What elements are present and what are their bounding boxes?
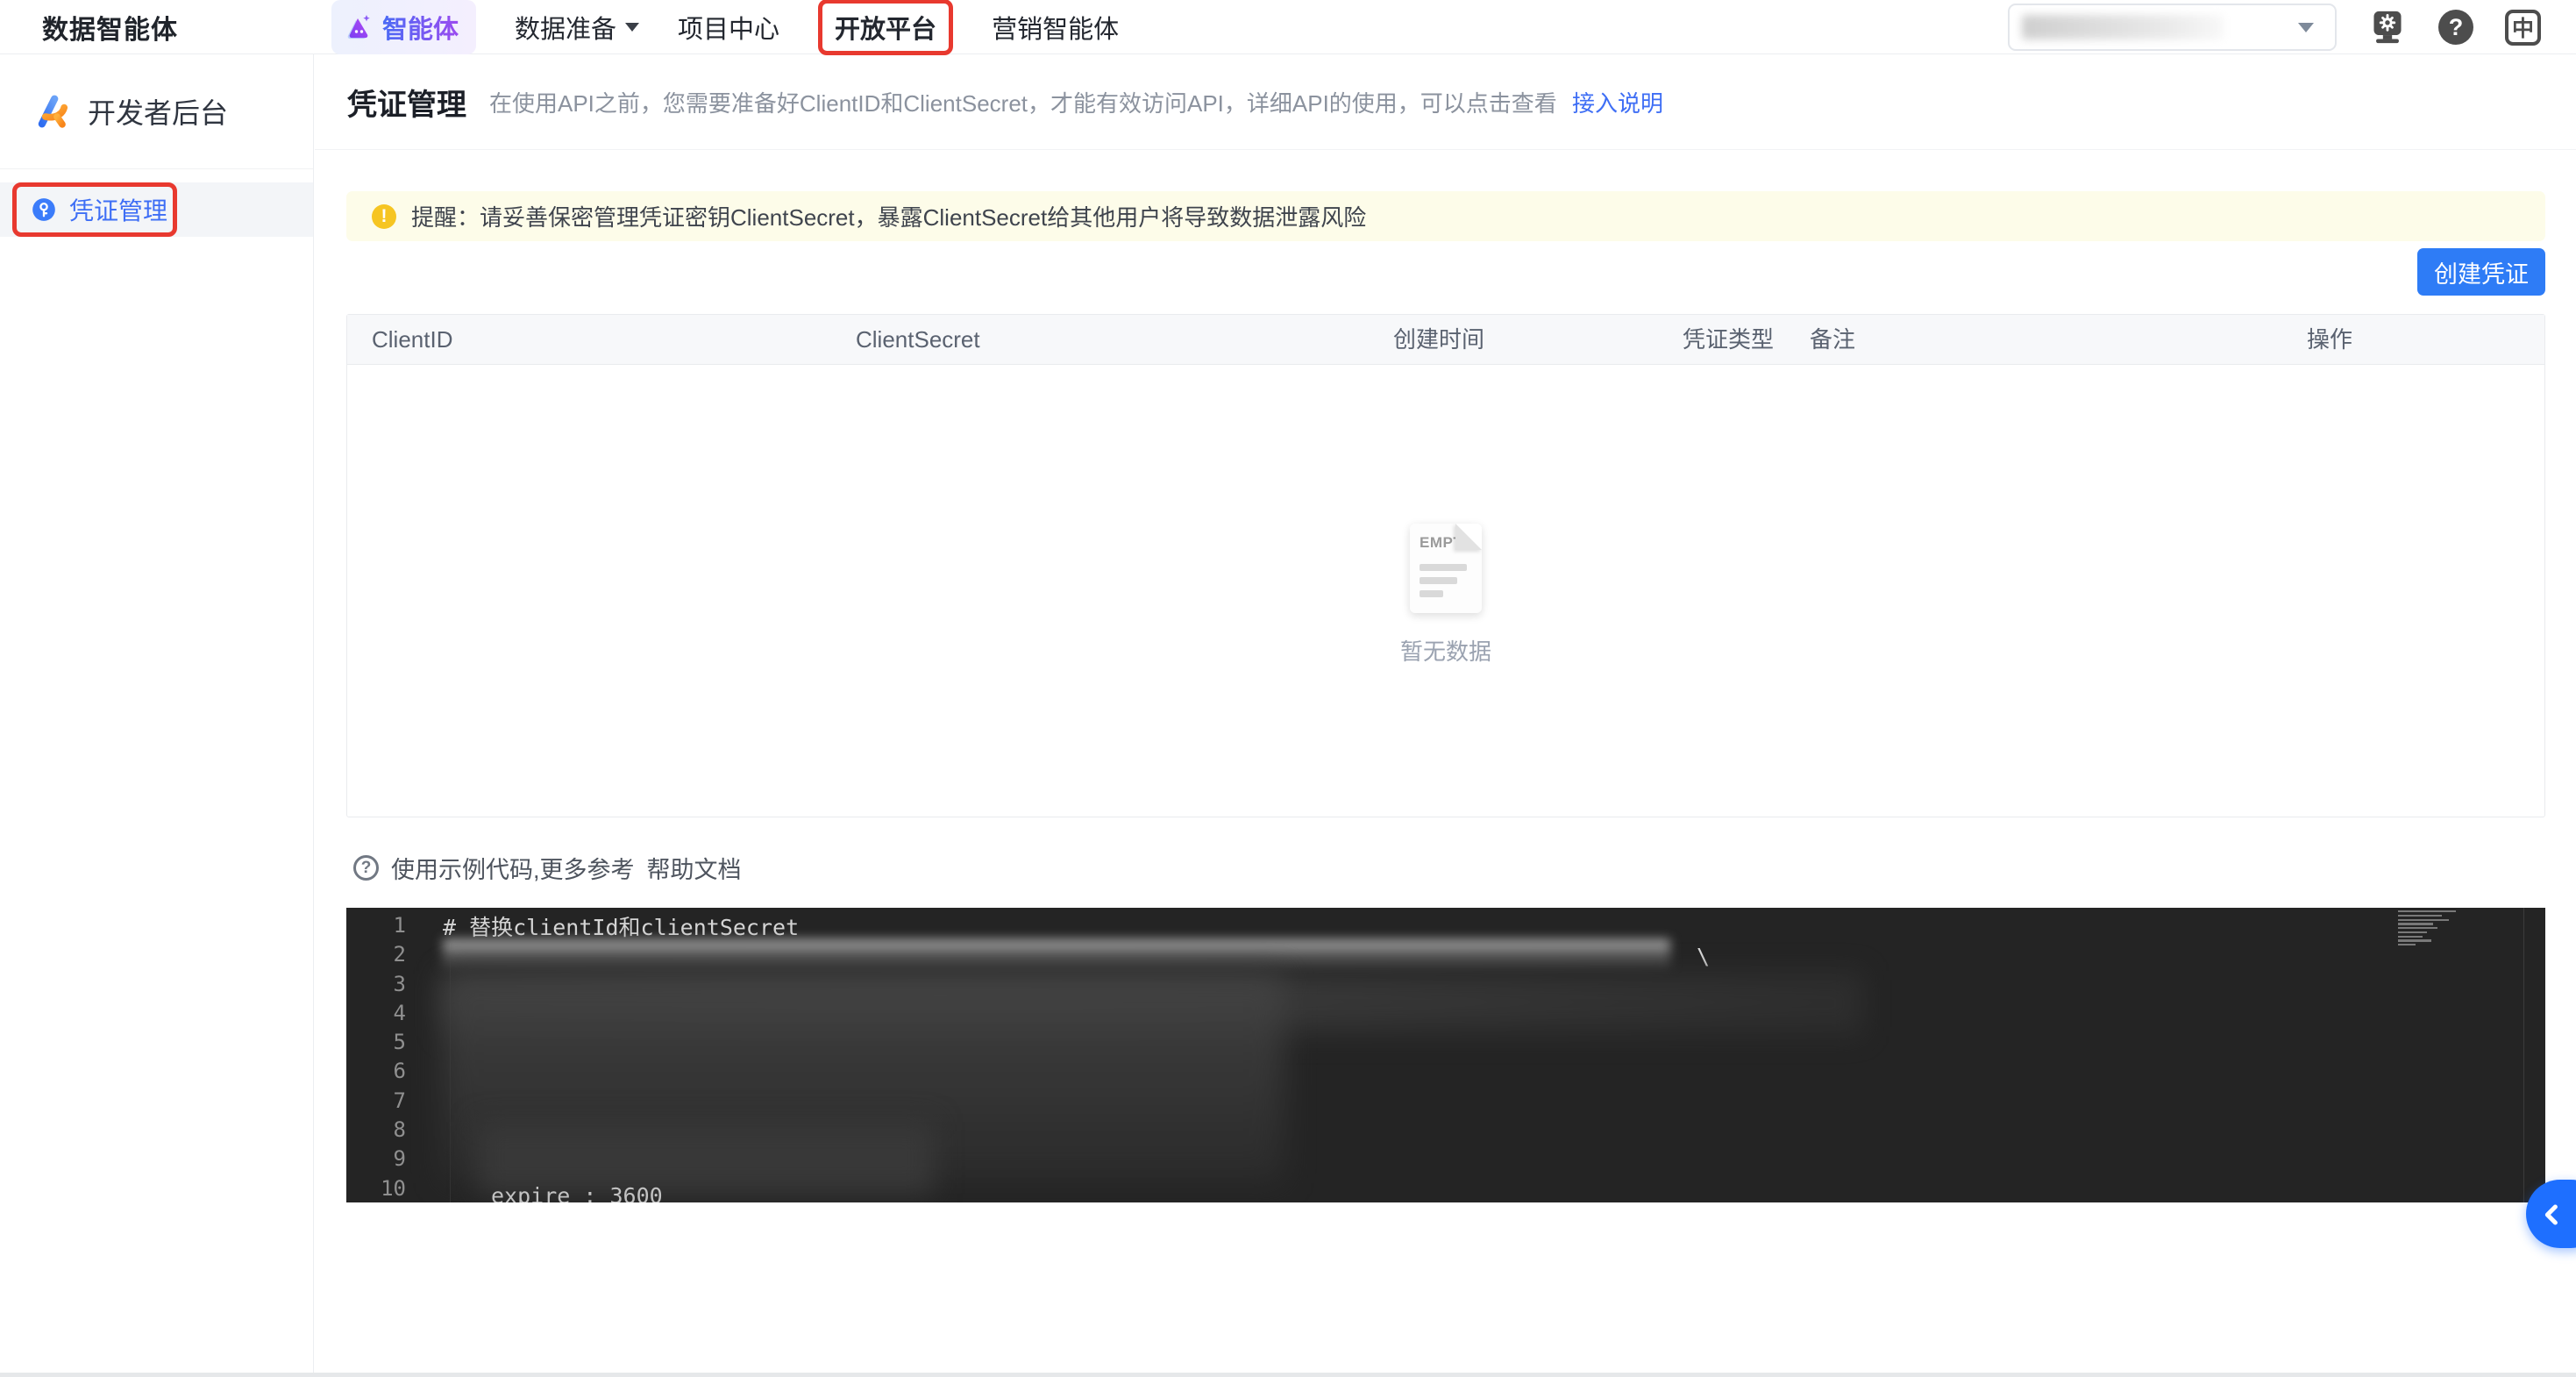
column-header-created-time: 创建时间: [1393, 326, 1485, 353]
warning-icon: !: [372, 203, 396, 229]
code-line-expire: expire : 3600: [491, 1183, 663, 1202]
credentials-table: ClientID ClientSecret 创建时间 凭证类型 备注 操作 EM…: [346, 314, 2545, 817]
line-number: 5: [393, 1030, 406, 1055]
line-number-gutter: 1 2 3 4 5 6 7 8 9 10: [346, 911, 406, 1202]
folded-corner: [1455, 524, 1482, 550]
sidebar-item-label: 凭证管理: [69, 197, 168, 225]
line-number: 7: [393, 1088, 406, 1113]
workspace-select-blurred-value: [2022, 15, 2224, 39]
chevron-left-icon: [2544, 1204, 2558, 1225]
main-content: 凭证管理 在使用API之前，您需要准备好ClientID和ClientSecre…: [315, 54, 2576, 1377]
sidebar: 开发者后台 凭证管理: [0, 54, 314, 1377]
page-description-text: 在使用API之前，您需要准备好ClientID和ClientSecret，才能有…: [489, 89, 1557, 117]
agent-triangle-icon: [344, 12, 374, 42]
nav-tab-data-prep[interactable]: 数据准备: [515, 9, 640, 46]
nav-tab-label: 数据准备: [515, 16, 617, 44]
empty-document-icon: EMPTY: [1410, 524, 1482, 613]
line-number: 8: [393, 1117, 406, 1143]
line-number: 2: [393, 942, 406, 967]
empty-state: EMPTY 暂无数据: [347, 524, 2544, 667]
page-header: 凭证管理 在使用API之前，您需要准备好ClientID和ClientSecre…: [315, 54, 2576, 150]
code-comment-line: # 替换clientId和clientSecret: [443, 915, 800, 940]
create-credential-button[interactable]: 创建凭证: [2417, 248, 2545, 296]
code-editor[interactable]: 1 2 3 4 5 6 7 8 9 10 # 替换clientId和client…: [346, 908, 2545, 1202]
nav-tab-project-center[interactable]: 项目中心: [678, 9, 779, 46]
column-header-clientsecret: ClientSecret: [856, 326, 980, 353]
nav-tab-marketing-agent[interactable]: 营销智能体: [992, 9, 1119, 46]
line-number: 3: [393, 971, 406, 996]
nav-tab-label: 开放平台: [835, 16, 937, 44]
empty-state-text: 暂无数据: [1399, 639, 1491, 665]
question-circle-icon: ?: [353, 855, 379, 881]
nav-tab-open-platform[interactable]: 开放平台: [835, 9, 936, 46]
sample-code-caption: ? 使用示例代码,更多参考 帮助文档: [353, 851, 742, 885]
annotation-box-open-platform: 开放平台: [818, 0, 954, 55]
minimap-divider: [2523, 908, 2524, 1202]
primary-nav: 智能体 数据准备 项目中心 开放平台 营销智能体: [331, 0, 1119, 55]
editor-minimap[interactable]: [2398, 910, 2458, 946]
sidebar-item-credentials[interactable]: 凭证管理: [0, 182, 313, 237]
page-description: 在使用API之前，您需要准备好ClientID和ClientSecret，才能有…: [489, 86, 1663, 118]
column-header-credential-type: 凭证类型: [1683, 326, 1775, 353]
chevron-down-icon: [625, 23, 640, 32]
language-icon[interactable]: 中: [2505, 9, 2541, 46]
alert-text: 提醒：请妥善保密管理凭证密钥ClientSecret，暴露ClientSecre…: [411, 204, 1367, 231]
help-doc-link[interactable]: 帮助文档: [647, 851, 742, 885]
column-header-clientid: ClientID: [372, 326, 453, 353]
line-continuation-backslash: \: [1697, 944, 1711, 969]
nav-tab-label: 营销智能体: [992, 16, 1120, 44]
console-settings-icon[interactable]: [2368, 9, 2407, 46]
line-number: 10: [381, 1175, 406, 1201]
bottom-edge-strip: [0, 1373, 2576, 1377]
line-number: 4: [393, 1000, 406, 1025]
nav-tab-label: 项目中心: [678, 16, 780, 44]
language-glyph: 中: [2511, 17, 2534, 41]
sample-caption-text: 使用示例代码,更多参考: [391, 857, 635, 883]
access-guide-link[interactable]: 接入说明: [1572, 90, 1663, 117]
key-icon: [32, 197, 56, 222]
column-header-remark: 备注: [1810, 326, 1856, 353]
table-header-row: ClientID ClientSecret 创建时间 凭证类型 备注 操作: [347, 315, 2544, 365]
sidebar-title: 开发者后台: [88, 97, 229, 129]
developer-console-logo-icon: [33, 92, 72, 131]
page-title: 凭证管理: [347, 88, 466, 122]
sidebar-brand: 开发者后台: [0, 54, 313, 169]
nav-tab-label: 智能体: [382, 9, 459, 46]
line-number: 1: [393, 913, 406, 938]
top-navbar: 数据智能体 智能体 数据准备 项目中心 开放平台 营销智能体 ? 中: [0, 0, 2576, 55]
navbar-right-cluster: ? 中: [2008, 0, 2541, 54]
product-logo-text: 数据智能体: [42, 16, 178, 45]
nav-tab-agent[interactable]: 智能体: [331, 0, 477, 54]
help-glyph: ?: [2448, 13, 2464, 40]
workspace-select[interactable]: [2008, 4, 2337, 51]
line-number: 6: [393, 1059, 406, 1084]
app-root: 数据智能体 智能体 数据准备 项目中心 开放平台 营销智能体 ? 中 开发者后台…: [0, 0, 2576, 1377]
select-caret-icon: [2298, 22, 2314, 32]
line-number: 9: [393, 1146, 406, 1172]
redacted-code-line-2: [443, 939, 1670, 968]
security-warning-alert: ! 提醒：请妥善保密管理凭证密钥ClientSecret，暴露ClientSec…: [346, 191, 2545, 241]
help-icon[interactable]: ?: [2438, 10, 2473, 45]
column-header-actions: 操作: [2307, 326, 2353, 353]
